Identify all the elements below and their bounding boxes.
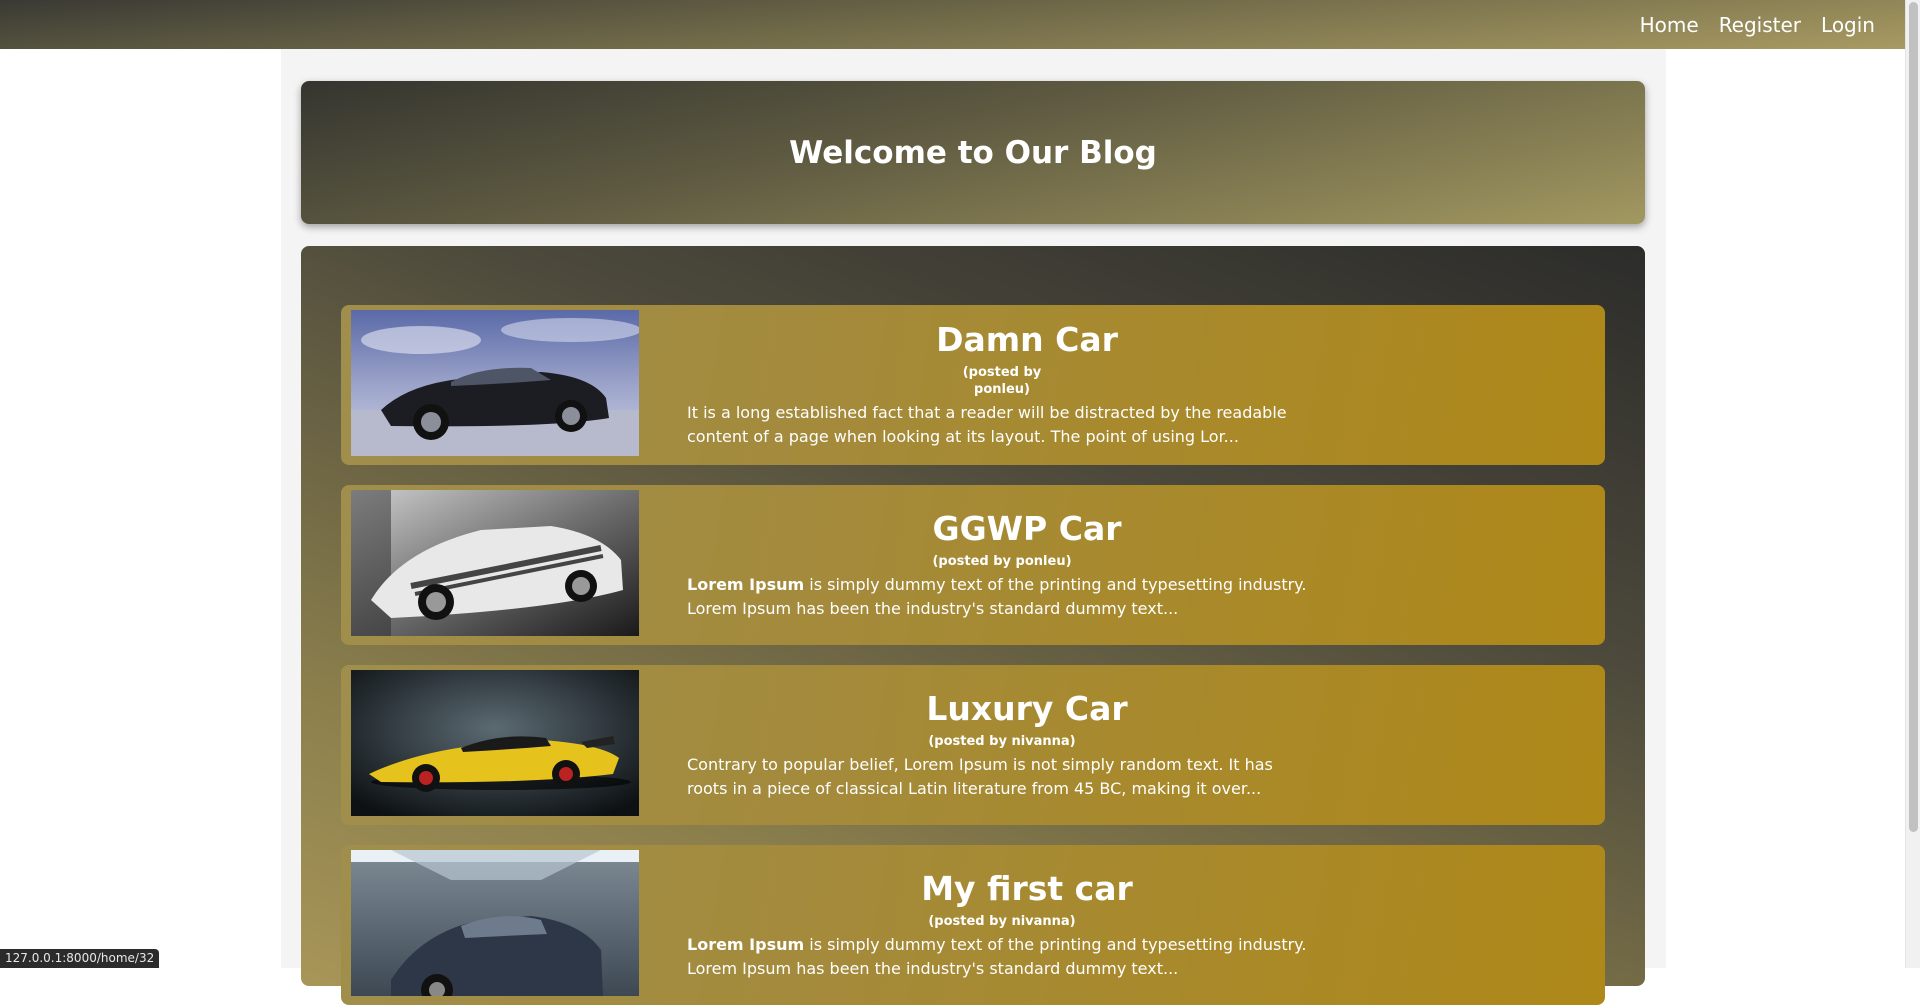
post-info: My first car (posted by nivanna) Lorem I… bbox=[687, 845, 1317, 981]
post-image-damn-car[interactable] bbox=[351, 310, 639, 456]
post-author-name: ponleu) bbox=[687, 382, 1317, 397]
status-bar-url: 127.0.0.1:8000/home/32 bbox=[0, 949, 159, 968]
nav-home-link[interactable]: Home bbox=[1640, 13, 1699, 37]
post-excerpt: Lorem Ipsum is simply dummy text of the … bbox=[687, 933, 1317, 981]
post-excerpt: Contrary to popular belief, Lorem Ipsum … bbox=[687, 753, 1317, 801]
nav-login-link[interactable]: Login bbox=[1821, 13, 1875, 37]
post-excerpt: Lorem Ipsum is simply dummy text of the … bbox=[687, 573, 1317, 621]
post-excerpt: It is a long established fact that a rea… bbox=[687, 401, 1317, 449]
page-title: Welcome to Our Blog bbox=[789, 135, 1157, 171]
post-title[interactable]: Luxury Car bbox=[737, 689, 1317, 728]
vertical-scrollbar[interactable] bbox=[1905, 0, 1920, 968]
nav-register-link[interactable]: Register bbox=[1719, 13, 1801, 37]
post-card[interactable]: My first car (posted by nivanna) Lorem I… bbox=[341, 845, 1605, 1005]
posts-panel: Damn Car (posted by ponleu) It is a long… bbox=[301, 246, 1645, 986]
post-info: GGWP Car (posted by ponleu) Lorem Ipsum … bbox=[687, 485, 1317, 621]
post-title[interactable]: GGWP Car bbox=[737, 509, 1317, 548]
post-title[interactable]: Damn Car bbox=[737, 320, 1317, 359]
post-title[interactable]: My first car bbox=[737, 869, 1317, 908]
main-container: Welcome to Our Blog bbox=[281, 49, 1666, 968]
post-author: (posted by ponleu) bbox=[687, 554, 1317, 569]
scrollbar-thumb[interactable] bbox=[1909, 2, 1918, 832]
post-image-luxury-car[interactable] bbox=[351, 670, 639, 816]
post-image-ggwp-car[interactable] bbox=[351, 490, 639, 636]
top-navbar: Home Register Login bbox=[0, 0, 1905, 49]
post-author: (posted by nivanna) bbox=[687, 914, 1317, 929]
post-card[interactable]: GGWP Car (posted by ponleu) Lorem Ipsum … bbox=[341, 485, 1605, 645]
post-info: Luxury Car (posted by nivanna) Contrary … bbox=[687, 665, 1317, 801]
post-card[interactable]: Luxury Car (posted by nivanna) Contrary … bbox=[341, 665, 1605, 825]
hero-banner: Welcome to Our Blog bbox=[301, 81, 1645, 224]
post-author: (posted by bbox=[687, 365, 1317, 380]
post-excerpt-bold: Lorem Ipsum bbox=[687, 575, 804, 594]
post-info: Damn Car (posted by ponleu) It is a long… bbox=[687, 305, 1317, 449]
post-image-my-first-car[interactable] bbox=[351, 850, 639, 996]
post-card[interactable]: Damn Car (posted by ponleu) It is a long… bbox=[341, 305, 1605, 465]
post-excerpt-bold: Lorem Ipsum bbox=[687, 935, 804, 954]
post-author: (posted by nivanna) bbox=[687, 734, 1317, 749]
